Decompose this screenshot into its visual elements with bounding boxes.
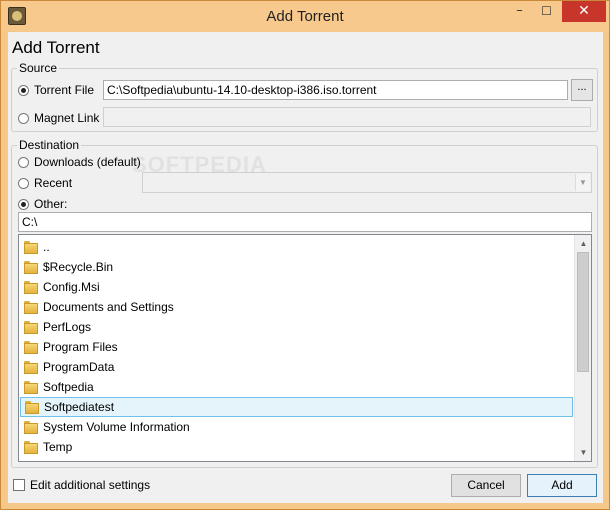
close-button[interactable]: ✕ <box>562 1 606 22</box>
folder-list-item[interactable]: Softpedia <box>20 377 573 397</box>
edit-settings-label: Edit additional settings <box>30 478 151 492</box>
chevron-down-icon[interactable]: ▼ <box>575 174 590 191</box>
folder-icon <box>24 320 38 334</box>
source-legend: Source <box>17 61 60 75</box>
folder-icon <box>24 380 38 394</box>
browse-button[interactable]: ... <box>571 79 593 101</box>
folder-list-item[interactable]: Config.Msi <box>20 277 573 297</box>
scroll-thumb[interactable] <box>577 252 589 372</box>
downloads-radio[interactable] <box>18 156 29 168</box>
folder-icon <box>24 360 38 374</box>
other-label: Other: <box>34 197 68 211</box>
folder-name: Temp <box>43 440 73 454</box>
folder-name: Softpedia <box>43 380 94 394</box>
folder-icon <box>24 340 38 354</box>
folder-list-item[interactable]: .. <box>20 237 573 257</box>
folder-name: Documents and Settings <box>43 300 174 314</box>
folder-icon <box>24 260 38 274</box>
folder-list-item[interactable]: $Recycle.Bin <box>20 257 573 277</box>
source-group: Source Torrent File C:\Softpedia\ubuntu-… <box>11 61 598 132</box>
add-torrent-window: Add Torrent – ☐ ✕ Add Torrent Source Tor… <box>0 0 610 510</box>
magnet-link-radio-row[interactable]: Magnet Link <box>18 111 99 125</box>
destination-path-input[interactable]: C:\ <box>18 212 592 232</box>
folder-icon <box>24 300 38 314</box>
title-bar[interactable]: Add Torrent – ☐ ✕ <box>1 1 609 31</box>
recent-label: Recent <box>34 176 73 190</box>
folder-icon <box>25 400 39 414</box>
dialog-body: Add Torrent Source Torrent File C:\Softp… <box>8 32 603 503</box>
torrent-file-radio[interactable] <box>18 84 29 96</box>
folder-list-item[interactable]: Documents and Settings <box>20 297 573 317</box>
torrent-file-input[interactable]: C:\Softpedia\ubuntu-14.10-desktop-i386.i… <box>103 80 568 100</box>
destination-group: Destination SOFTPEDIA Downloads (default… <box>11 138 598 468</box>
downloads-label: Downloads (default) <box>34 155 141 169</box>
destination-legend: Destination <box>17 138 82 152</box>
torrent-file-radio-row[interactable]: Torrent File <box>18 83 94 97</box>
torrent-file-label: Torrent File <box>34 83 95 97</box>
maximize-button[interactable]: ☐ <box>533 1 560 22</box>
folder-name: $Recycle.Bin <box>43 260 114 274</box>
other-radio-row[interactable]: Other: <box>18 197 67 211</box>
folder-icon <box>24 280 38 294</box>
folder-name: System Volume Information <box>43 420 190 434</box>
scroll-up-icon[interactable]: ▲ <box>575 235 591 252</box>
folder-name: .. <box>43 240 50 254</box>
cancel-button[interactable]: Cancel <box>451 474 521 497</box>
folder-list-item[interactable]: Program Files <box>20 337 573 357</box>
minimize-button[interactable]: – <box>506 1 533 22</box>
folder-list-scrollbar[interactable]: ▲ ▼ <box>574 235 591 461</box>
scroll-down-icon[interactable]: ▼ <box>575 444 591 461</box>
folder-name: Softpediatest <box>44 400 115 414</box>
folder-icon <box>24 420 38 434</box>
folder-name: Config.Msi <box>43 280 100 294</box>
magnet-link-radio[interactable] <box>18 112 29 124</box>
page-title: Add Torrent <box>12 38 100 57</box>
folder-icon <box>24 240 38 254</box>
recent-radio-row[interactable]: Recent <box>18 176 72 190</box>
folder-icon <box>24 440 38 454</box>
edit-settings-checkbox[interactable] <box>13 479 25 491</box>
magnet-link-label: Magnet Link <box>34 111 100 125</box>
folder-list-item[interactable]: System Volume Information <box>20 417 573 437</box>
folder-name: PerfLogs <box>43 320 92 334</box>
folder-list-item[interactable]: PerfLogs <box>20 317 573 337</box>
folder-list-item[interactable]: Softpediatest <box>20 397 573 417</box>
add-button[interactable]: Add <box>527 474 597 497</box>
magnet-link-input[interactable] <box>103 107 591 127</box>
recent-dropdown[interactable]: ▼ <box>142 172 592 193</box>
folder-name: Program Files <box>43 340 118 354</box>
edit-settings-row[interactable]: Edit additional settings <box>13 478 150 492</box>
folder-list-item[interactable]: Temp <box>20 437 573 457</box>
downloads-radio-row[interactable]: Downloads (default) <box>18 155 141 169</box>
other-radio[interactable] <box>18 198 29 210</box>
recent-radio[interactable] <box>18 177 29 189</box>
folder-list-item[interactable]: ProgramData <box>20 357 573 377</box>
folder-name: ProgramData <box>43 360 115 374</box>
folder-list[interactable]: .. $Recycle.Bin Config.Msi Documents and Se… <box>18 234 592 462</box>
